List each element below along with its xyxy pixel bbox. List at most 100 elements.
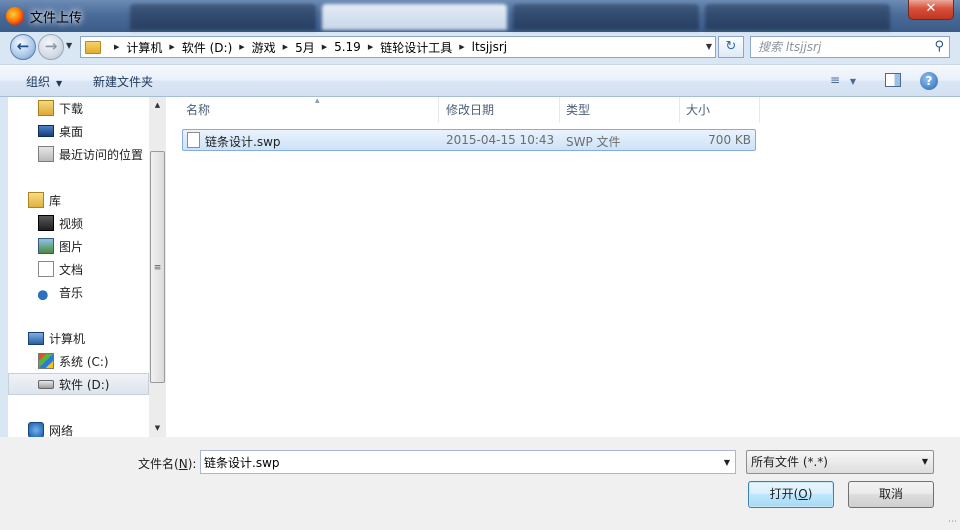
search-input[interactable] bbox=[758, 37, 928, 57]
forward-button[interactable]: → bbox=[38, 34, 64, 60]
nav-item-drive-d[interactable]: 软件 (D:) bbox=[8, 373, 149, 395]
organize-label: 组织 bbox=[26, 75, 51, 89]
address-bar[interactable]: ▶ 计算机 ▶ 软件 (D:) ▶ 游戏 ▶ 5月 ▶ 5.19 ▶ 链轮设计工… bbox=[80, 36, 716, 58]
column-header-row: 名称 修改日期 类型 大小 bbox=[166, 88, 960, 123]
nav-item-label: 系统 (C:) bbox=[59, 354, 109, 369]
file-icon bbox=[187, 132, 200, 148]
filename-input[interactable] bbox=[204, 451, 704, 473]
details-view-icon: ≡ bbox=[830, 73, 841, 87]
cancel-button[interactable]: 取消 bbox=[848, 481, 934, 508]
drive-icon bbox=[38, 379, 54, 389]
preview-pane-icon[interactable] bbox=[885, 73, 901, 87]
column-header-name[interactable]: 名称 bbox=[180, 88, 439, 123]
filename-label: 文件名(N): bbox=[138, 457, 197, 471]
file-type-select[interactable]: 所有文件 (*.*) ▼ bbox=[746, 450, 934, 474]
computer-icon bbox=[28, 331, 44, 345]
command-bar: 组织 ▼ 新建文件夹 ≡ ▼ ? bbox=[0, 64, 960, 97]
chevron-right-icon[interactable]: ▶ bbox=[169, 43, 174, 51]
chevron-down-icon[interactable]: ▼ bbox=[724, 458, 730, 467]
help-icon[interactable]: ? bbox=[920, 72, 938, 90]
chevron-down-icon: ▼ bbox=[56, 79, 63, 88]
nav-item-recent[interactable]: 最近访问的位置 bbox=[8, 143, 149, 165]
breadcrumb-item[interactable]: ltsjjsrj bbox=[472, 40, 507, 54]
navigation-scrollbar[interactable]: ▲ ≡ ▼ bbox=[149, 97, 166, 437]
scrollbar-thumb[interactable]: ≡ bbox=[150, 151, 165, 383]
address-dropdown-icon[interactable]: ▼ bbox=[706, 42, 712, 51]
chevron-right-icon[interactable]: ▶ bbox=[322, 43, 327, 51]
breadcrumb-item[interactable]: 链轮设计工具 bbox=[380, 39, 452, 56]
scroll-down-icon[interactable]: ▼ bbox=[149, 420, 166, 437]
back-arrow-icon: ← bbox=[16, 37, 30, 55]
chevron-right-icon[interactable]: ▶ bbox=[239, 43, 244, 51]
nav-item-label: 库 bbox=[49, 193, 62, 208]
filename-accelerator: N bbox=[178, 457, 188, 471]
column-header-size[interactable]: 大小 bbox=[680, 97, 760, 123]
change-view-button[interactable]: ≡ ▼ bbox=[830, 73, 856, 87]
firefox-icon bbox=[6, 7, 24, 25]
breadcrumb-item[interactable]: 游戏 bbox=[252, 39, 276, 56]
chevron-right-icon[interactable]: ▶ bbox=[114, 43, 119, 51]
nav-item-label: 网络 bbox=[49, 423, 74, 438]
refresh-icon: ↻ bbox=[725, 39, 737, 54]
breadcrumb-item[interactable]: 5月 bbox=[295, 39, 315, 56]
nav-item-desktop[interactable]: 桌面 bbox=[8, 120, 149, 142]
breadcrumb: ▶ 计算机 ▶ 软件 (D:) ▶ 游戏 ▶ 5月 ▶ 5.19 ▶ 链轮设计工… bbox=[107, 39, 507, 56]
nav-item-libraries[interactable]: 库 bbox=[8, 189, 149, 211]
organize-button[interactable]: 组织 ▼ bbox=[26, 73, 62, 90]
navigation-pane: 下载 桌面 最近访问的位置 库 视频 图片 文档 音乐 计算机 系统 (C:) … bbox=[8, 97, 149, 437]
nav-item-label: 下载 bbox=[59, 101, 84, 116]
videos-icon bbox=[38, 215, 54, 231]
recent-locations-dropdown[interactable]: ▼ bbox=[66, 41, 72, 50]
search-icon[interactable]: ⚲ bbox=[934, 39, 944, 54]
download-folder-icon bbox=[38, 100, 54, 116]
nav-item-drive-c[interactable]: 系统 (C:) bbox=[8, 350, 149, 372]
nav-item-network[interactable]: 网络 bbox=[8, 419, 149, 437]
chevron-right-icon[interactable]: ▶ bbox=[368, 43, 373, 51]
breadcrumb-item[interactable]: 5.19 bbox=[334, 40, 361, 54]
nav-item-label: 音乐 bbox=[59, 285, 84, 300]
documents-icon bbox=[38, 261, 54, 277]
nav-item-music[interactable]: 音乐 bbox=[8, 281, 149, 303]
file-type: SWP 文件 bbox=[566, 135, 621, 149]
filename-combobox: ▼ bbox=[200, 450, 736, 474]
chevron-down-icon: ▼ bbox=[921, 457, 928, 466]
pictures-icon bbox=[38, 238, 54, 254]
breadcrumb-item[interactable]: 计算机 bbox=[126, 39, 162, 56]
nav-item-videos[interactable]: 视频 bbox=[8, 212, 149, 234]
nav-item-label: 图片 bbox=[59, 239, 84, 254]
recent-places-icon bbox=[38, 146, 54, 162]
nav-item-downloads[interactable]: 下载 bbox=[8, 97, 149, 119]
search-box: ⚲ bbox=[750, 36, 950, 58]
open-button[interactable]: 打开(O) bbox=[748, 481, 834, 508]
column-header-date[interactable]: 修改日期 bbox=[440, 97, 560, 123]
close-button[interactable]: ✕ bbox=[908, 0, 954, 20]
file-row[interactable]: 链条设计.swp 2015-04-15 10:43 SWP 文件 700 KB bbox=[182, 129, 756, 151]
file-name: 链条设计.swp bbox=[205, 135, 281, 149]
refresh-button[interactable]: ↻ bbox=[718, 36, 744, 58]
nav-item-label: 文档 bbox=[59, 262, 84, 277]
desktop-icon bbox=[38, 125, 54, 137]
chevron-right-icon[interactable]: ▶ bbox=[283, 43, 288, 51]
new-folder-button[interactable]: 新建文件夹 bbox=[93, 73, 153, 90]
blurred-tab bbox=[130, 4, 316, 30]
nav-item-label: 软件 (D:) bbox=[59, 377, 110, 392]
breadcrumb-item[interactable]: 软件 (D:) bbox=[182, 39, 232, 56]
back-button[interactable]: ← bbox=[10, 34, 36, 60]
open-accelerator: O bbox=[798, 487, 808, 501]
blurred-tab bbox=[513, 4, 699, 30]
nav-item-label: 最近访问的位置 bbox=[59, 147, 144, 162]
nav-item-label: 计算机 bbox=[49, 331, 86, 346]
nav-item-pictures[interactable]: 图片 bbox=[8, 235, 149, 257]
filename-label-text: 文件名 bbox=[138, 457, 175, 471]
blurred-tab bbox=[704, 4, 890, 30]
resize-grip-icon[interactable]: ⋯ bbox=[948, 517, 957, 527]
chevron-right-icon[interactable]: ▶ bbox=[459, 43, 464, 51]
system-drive-icon bbox=[38, 353, 54, 369]
blurred-tab bbox=[321, 4, 507, 30]
column-header-type[interactable]: 类型 bbox=[560, 97, 680, 123]
chevron-down-icon: ▼ bbox=[849, 77, 857, 86]
scroll-up-icon[interactable]: ▲ bbox=[149, 97, 166, 114]
nav-item-documents[interactable]: 文档 bbox=[8, 258, 149, 280]
nav-item-computer[interactable]: 计算机 bbox=[8, 327, 149, 349]
background-browser-tabs bbox=[130, 4, 890, 30]
